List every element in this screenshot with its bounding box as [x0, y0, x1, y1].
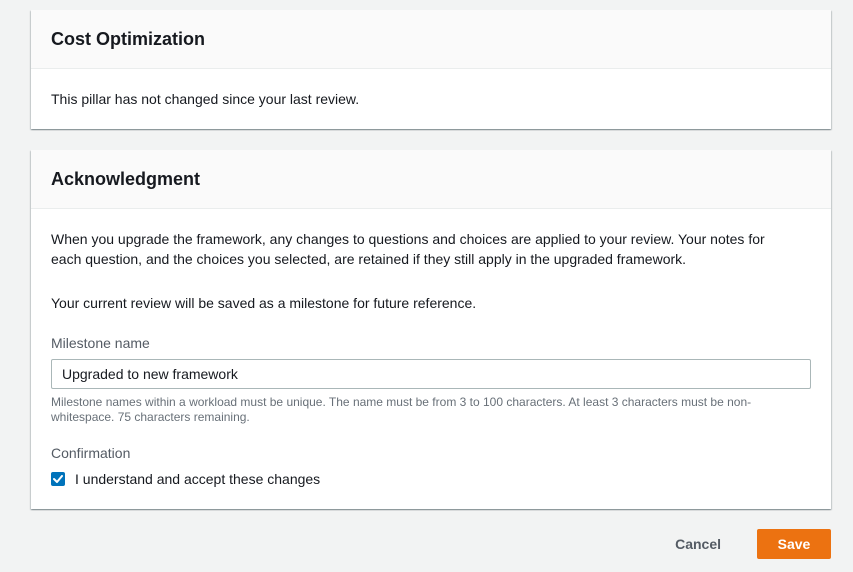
cost-optimization-title: Cost Optimization — [51, 28, 205, 49]
form-actions: Cancel Save — [655, 529, 831, 559]
confirmation-checkbox-row[interactable]: I understand and accept these changes — [51, 469, 811, 489]
confirmation-checkbox[interactable] — [51, 472, 65, 486]
acknowledgment-header: Acknowledgment — [31, 150, 831, 209]
acknowledgment-panel: Acknowledgment When you upgrade the fram… — [31, 150, 831, 509]
upgrade-description-line-2: each question, and the choices you selec… — [51, 251, 687, 267]
cost-optimization-header: Cost Optimization — [31, 10, 831, 69]
acknowledgment-body: When you upgrade the framework, any chan… — [31, 209, 831, 489]
cost-optimization-body: This pillar has not changed since your l… — [31, 69, 831, 109]
confirmation-checkbox-label[interactable]: I understand and accept these changes — [75, 469, 320, 489]
milestone-name-input[interactable] — [51, 359, 811, 389]
acknowledgment-title: Acknowledgment — [51, 168, 201, 189]
upgrade-description: When you upgrade the framework, any chan… — [51, 229, 811, 269]
milestone-name-label: Milestone name — [51, 335, 150, 351]
milestone-name-hint: Milestone names within a workload must b… — [51, 395, 752, 424]
cost-optimization-message: This pillar has not changed since your l… — [51, 91, 360, 107]
confirmation-label: Confirmation — [51, 445, 131, 461]
milestone-save-note: Your current review will be saved as a m… — [51, 295, 477, 311]
cancel-button[interactable]: Cancel — [655, 529, 741, 559]
upgrade-description-line-1: When you upgrade the framework, any chan… — [51, 231, 765, 247]
check-icon — [53, 475, 63, 483]
cost-optimization-panel: Cost Optimization This pillar has not ch… — [31, 10, 831, 129]
save-button[interactable]: Save — [757, 529, 831, 559]
